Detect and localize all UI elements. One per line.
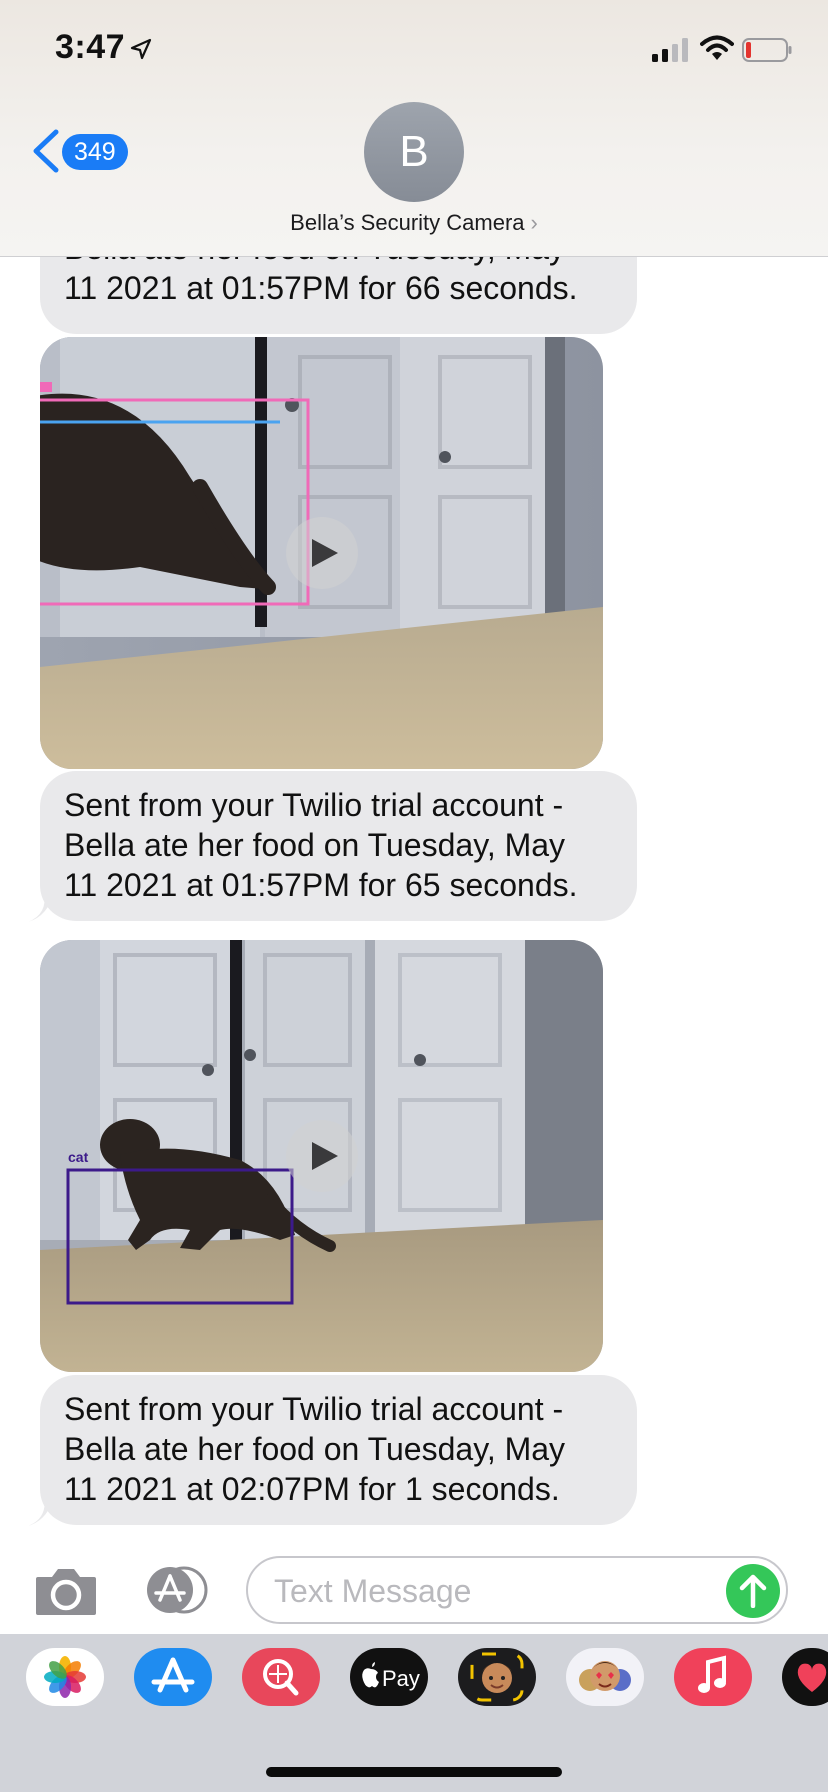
message-line: 11 2021 at 02:07PM for 1 seconds.	[64, 1471, 560, 1507]
wifi-icon	[700, 35, 734, 60]
detection-label: cat	[68, 1149, 89, 1165]
bubble-tail	[28, 1496, 54, 1526]
play-icon	[312, 539, 338, 567]
app-store-drawer-icon[interactable]	[140, 1566, 212, 1614]
message-bubble-4[interactable]: Sent from your Twilio trial account - Be…	[40, 1375, 637, 1525]
back-chevron-icon[interactable]	[28, 128, 64, 174]
message-line: Bella ate her food on Tuesday, May	[64, 827, 566, 863]
apple-pay-label: Pay	[382, 1666, 420, 1691]
status-time: 3:47	[55, 28, 126, 66]
bubble-tail	[28, 892, 54, 922]
conversation-header: 3:47 349 B Bella’s Security Camera ›	[0, 0, 828, 257]
chevron-right-icon: ›	[530, 210, 538, 235]
play-button[interactable]	[286, 1120, 358, 1192]
animoji-stickers-icon[interactable]	[566, 1648, 644, 1706]
send-button[interactable]	[726, 1564, 780, 1618]
message-line: 11 2021 at 01:57PM for 66 seconds.	[64, 270, 578, 306]
photos-app-icon[interactable]	[26, 1648, 104, 1706]
music-icon[interactable]	[674, 1648, 752, 1706]
message-line: 11 2021 at 01:57PM for 65 seconds.	[64, 867, 578, 903]
app-store-icon[interactable]	[134, 1648, 212, 1706]
arrow-up-icon	[739, 1574, 767, 1608]
cellular-signal-icon	[652, 38, 688, 62]
location-arrow-icon	[130, 38, 152, 60]
home-indicator	[266, 1767, 562, 1777]
contact-avatar[interactable]: B	[364, 102, 464, 202]
memoji-icon[interactable]	[458, 1648, 536, 1706]
back-unread-count-badge[interactable]: 349	[62, 134, 128, 170]
play-button[interactable]	[286, 517, 358, 589]
message-input[interactable]	[272, 1568, 696, 1614]
message-input-container	[246, 1556, 788, 1624]
digital-touch-icon[interactable]	[782, 1648, 828, 1706]
message-line: Bella ate her food on Tuesday, May	[64, 1431, 566, 1467]
play-icon	[312, 1142, 338, 1170]
camera-icon[interactable]	[34, 1565, 98, 1617]
battery-low-icon	[742, 38, 792, 62]
video-attachment-1[interactable]	[40, 337, 603, 769]
search-images-icon[interactable]	[242, 1648, 320, 1706]
contact-name: Bella’s Security Camera	[290, 210, 525, 235]
message-line: Sent from your Twilio trial account -	[64, 1391, 564, 1427]
apple-pay-icon[interactable]: Pay	[350, 1648, 428, 1706]
message-bubble-2[interactable]: Sent from your Twilio trial account - Be…	[40, 771, 637, 921]
contact-name-button[interactable]: Bella’s Security Camera ›	[0, 210, 828, 236]
video-attachment-3[interactable]: cat	[40, 940, 603, 1372]
message-line: Sent from your Twilio trial account -	[64, 787, 564, 823]
